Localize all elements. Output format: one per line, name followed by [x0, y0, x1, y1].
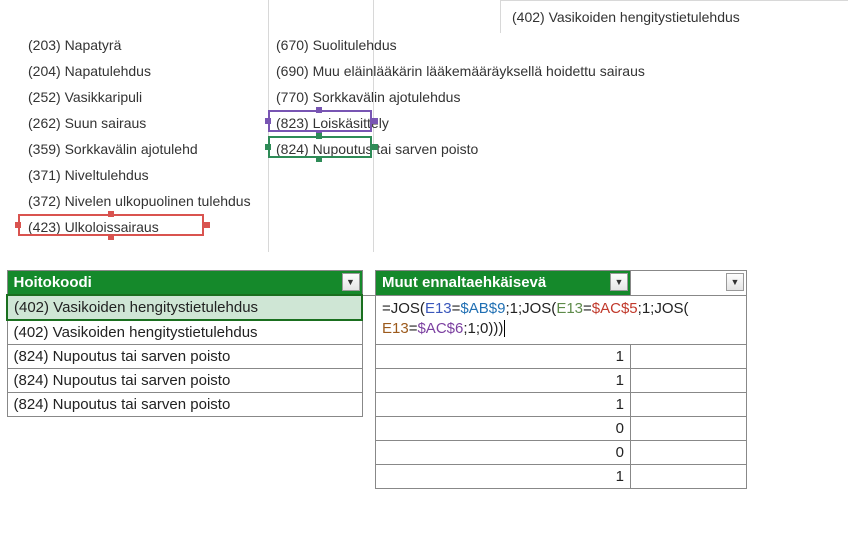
value-cell[interactable]: 1	[376, 465, 631, 489]
filter-dropdown-icon[interactable]: ▼	[342, 273, 360, 291]
code-cell[interactable]	[7, 465, 362, 489]
code-cell[interactable]: (402) Vasikoiden hengitystietulehdus	[7, 320, 362, 345]
cell-b2[interactable]: (690) Muu eläinlääkärin lääkemääräyksell…	[272, 60, 649, 82]
formula-prefix: =JOS(	[382, 300, 425, 317]
value-cell[interactable]: 0	[376, 417, 631, 441]
header-hoitokoodi[interactable]: Hoitokoodi ▼	[7, 271, 362, 296]
code-cell[interactable]: (824) Nupoutus tai sarven poisto	[7, 369, 362, 393]
formula-ref-ac5: $AC$5	[592, 300, 638, 317]
filter-dropdown-icon[interactable]: ▼	[726, 273, 744, 291]
code-cell[interactable]	[7, 441, 362, 465]
empty-cell[interactable]	[631, 345, 747, 369]
top-right-cell[interactable]: (402) Vasikoiden hengitystietulehdus	[508, 6, 744, 28]
code-cell[interactable]: (402) Vasikoiden hengitystietulehdus	[7, 295, 362, 320]
cell-a1[interactable]: (203) Napatyrä	[24, 34, 125, 56]
formula-ref-ab9: $AB$9	[460, 300, 505, 317]
header-blank[interactable]: ▼	[631, 271, 747, 296]
value-cell[interactable]: 1	[376, 369, 631, 393]
empty-cell[interactable]	[631, 369, 747, 393]
range-marker-green[interactable]	[268, 136, 372, 158]
code-cell[interactable]	[7, 417, 362, 441]
cell-a6[interactable]: (371) Niveltulehdus	[24, 164, 153, 186]
header-muut-label: Muut ennaltaehkäisevä	[382, 274, 546, 291]
empty-cell[interactable]	[631, 417, 747, 441]
cell-a3[interactable]: (252) Vasikkaripuli	[24, 86, 146, 108]
formula-ref-e13-2: E13	[556, 300, 583, 317]
cell-a5[interactable]: (359) Sorkkavälin ajotulehd	[24, 138, 202, 160]
range-marker-purple[interactable]	[268, 110, 372, 132]
value-cell[interactable]: 1	[376, 345, 631, 369]
formula-cell[interactable]: =JOS(E13=$AB$9;1;JOS(E13=$AC$5;1;JOS(E13…	[376, 295, 747, 345]
cell-a7[interactable]: (372) Nivelen ulkopuolinen tulehdus	[24, 190, 255, 212]
cell-a2[interactable]: (204) Napatulehdus	[24, 60, 155, 82]
empty-cell[interactable]	[631, 465, 747, 489]
filter-dropdown-icon[interactable]: ▼	[610, 273, 628, 291]
value-cell[interactable]: 0	[376, 441, 631, 465]
code-cell[interactable]: (824) Nupoutus tai sarven poisto	[7, 393, 362, 417]
formula-ref-e13-3: E13	[382, 320, 409, 337]
empty-cell[interactable]	[631, 393, 747, 417]
cell-a4[interactable]: (262) Suun sairaus	[24, 112, 150, 134]
header-hoitokoodi-label: Hoitokoodi	[14, 274, 92, 291]
code-cell[interactable]: (824) Nupoutus tai sarven poisto	[7, 345, 362, 369]
cell-b3[interactable]: (770) Sorkkavälin ajotulehdus	[272, 86, 464, 108]
value-cell[interactable]: 1	[376, 393, 631, 417]
upper-grid: (402) Vasikoiden hengitystietulehdus (20…	[0, 0, 848, 252]
cell-b1[interactable]: (670) Suolitulehdus	[272, 34, 401, 56]
range-marker-red[interactable]	[18, 214, 204, 236]
formula-ref-e13-1: E13	[425, 300, 452, 317]
empty-cell[interactable]	[631, 441, 747, 465]
filter-table: Hoitokoodi ▼ Muut ennaltaehkäisevä ▼ ▼ (…	[6, 270, 747, 489]
header-muut[interactable]: Muut ennaltaehkäisevä ▼	[376, 271, 631, 296]
formula-ref-ac6: $AC$6	[417, 320, 463, 337]
